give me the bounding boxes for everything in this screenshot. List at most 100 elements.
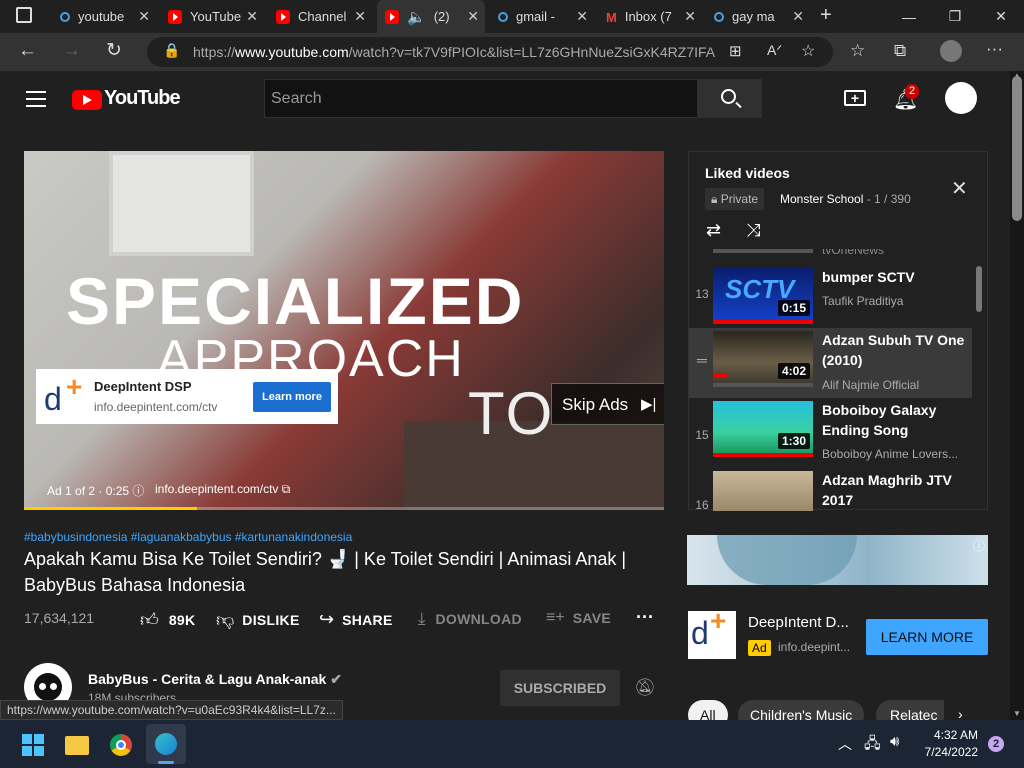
- close-window-icon[interactable]: ✕: [978, 0, 1024, 33]
- like-button[interactable]: 👍︎ 89K: [140, 609, 195, 631]
- add-favorite-icon[interactable]: ☆: [801, 41, 815, 61]
- playlist-scrollbar[interactable]: [976, 266, 982, 312]
- subscribed-button[interactable]: SUBSCRIBED: [500, 670, 620, 706]
- notification-center-badge[interactable]: 2: [988, 736, 1004, 752]
- tab-label: youtube: [78, 9, 125, 24]
- tab-close-icon[interactable]: ✕: [246, 8, 258, 25]
- restore-icon[interactable]: ❐: [932, 0, 978, 33]
- refresh-icon[interactable]: ↻: [106, 39, 122, 62]
- close-playlist-icon[interactable]: ✕: [951, 176, 968, 201]
- download-button[interactable]: ⤓ DOWNLOAD: [418, 609, 522, 629]
- playlist-item[interactable]: ═ 4:02 Adzan Subuh TV One (2010) Alif Na…: [689, 328, 972, 398]
- playlist-title[interactable]: Liked videos: [705, 165, 790, 181]
- tab-close-icon[interactable]: ✕: [684, 8, 696, 25]
- tab-channel[interactable]: Channel ✕: [268, 0, 372, 33]
- hamburger-menu-icon[interactable]: [26, 91, 46, 107]
- favorites-icon[interactable]: ☆: [850, 41, 865, 61]
- ad-counter: Ad 1 of 2 · 0:25 ⓘ: [47, 484, 145, 498]
- create-video-icon[interactable]: +: [844, 90, 866, 106]
- volume-icon[interactable]: 🔊︎: [890, 733, 899, 750]
- side-ad-logo-icon[interactable]: d +: [688, 605, 736, 659]
- tab-close-icon[interactable]: ✕: [576, 8, 588, 25]
- video-hashtags[interactable]: #babybusindonesia #laguanakbabybus #kart…: [24, 530, 352, 544]
- tab-gmail-search[interactable]: gmail - ✕: [490, 0, 594, 33]
- playlist-item-index: 13: [695, 287, 709, 301]
- like-count: 89K: [168, 612, 196, 628]
- file-explorer-icon[interactable]: [65, 736, 89, 755]
- ad-info-icon: ⓘ: [972, 539, 985, 553]
- search-button[interactable]: [698, 79, 762, 118]
- learn-more-button[interactable]: Learn more: [253, 382, 331, 412]
- page-scrollbar-thumb[interactable]: [1012, 76, 1022, 221]
- shuffle-icon[interactable]: ⤨: [746, 220, 760, 241]
- profile-avatar[interactable]: [940, 40, 962, 62]
- youtube-logo-text[interactable]: YouTube: [104, 87, 181, 110]
- ad-link[interactable]: info.deepintent.com/ctv ⧉: [155, 482, 290, 497]
- network-icon[interactable]: 🖧︎: [864, 733, 881, 758]
- ad-progress-track[interactable]: [24, 507, 664, 510]
- lock-icon[interactable]: 🔒: [163, 42, 180, 59]
- more-actions-icon[interactable]: ···: [636, 607, 654, 628]
- loop-icon[interactable]: ⇄: [706, 220, 721, 241]
- ad-info-card[interactable]: d + DeepIntent DSP info.deepintent.com/c…: [36, 369, 338, 424]
- tab-inbox[interactable]: M Inbox (7 ✕: [598, 0, 702, 33]
- windows-taskbar: ︿ 🖧︎ 🔊︎ 4:32 AM 7/24/2022 2: [0, 720, 1024, 768]
- skip-ads-label: Skip Ads: [562, 395, 629, 414]
- drag-handle-icon[interactable]: ═: [693, 352, 711, 368]
- tab-actions-icon[interactable]: [16, 7, 32, 23]
- download-icon: ⤓: [418, 609, 426, 628]
- tab-active-video[interactable]: 🔈 (2) ✕: [377, 0, 485, 33]
- playlist-item[interactable]: 16 Adzan Maghrib JTV 2017: [689, 468, 975, 511]
- page-scrollbar[interactable]: ▲ ▼: [1010, 71, 1024, 720]
- browser-tab-bar: youtube ✕ YouTube ✕ Channel ✕ 🔈 (2) ✕ gm…: [0, 0, 1024, 33]
- tab-close-icon[interactable]: ✕: [467, 8, 479, 25]
- minimize-icon[interactable]: —: [886, 0, 932, 33]
- speaker-icon[interactable]: 🔈: [407, 8, 426, 26]
- forward-icon[interactable]: →: [62, 40, 81, 62]
- ad-badge: Ad: [748, 640, 771, 656]
- info-icon: ⓘ: [132, 484, 145, 498]
- youtube-logo-icon[interactable]: [72, 90, 102, 110]
- read-aloud-icon[interactable]: Aᐟ: [767, 42, 782, 59]
- more-menu-icon[interactable]: ···: [986, 39, 1003, 59]
- url-field[interactable]: 🔒 https://www.youtube.com/watch?v=tk7V9f…: [147, 37, 833, 67]
- video-title: Apakah Kamu Bisa Ke Toilet Sendiri? 🚽 | …: [24, 549, 627, 595]
- side-ad-title[interactable]: DeepIntent D...: [748, 614, 849, 631]
- deepintent-logo-icon: d +: [44, 371, 83, 417]
- notification-off-icon[interactable]: 🔕︎: [634, 678, 656, 698]
- tab-close-icon[interactable]: ✕: [138, 8, 150, 25]
- search-input[interactable]: Search: [264, 79, 698, 118]
- account-avatar[interactable]: [945, 82, 977, 114]
- tab-youtube-search[interactable]: youtube ✕: [52, 0, 156, 33]
- dislike-button[interactable]: 👎︎ DISLIKE: [216, 609, 300, 631]
- save-button[interactable]: ≡+ SAVE: [546, 609, 611, 627]
- skip-ads-button[interactable]: Skip Ads ▶|: [551, 383, 664, 425]
- clock-time[interactable]: 4:32 AM: [924, 728, 978, 742]
- external-link-icon: ⧉: [281, 482, 291, 496]
- edge-taskbar-button[interactable]: [146, 724, 186, 764]
- share-button[interactable]: ↪ SHARE: [319, 609, 393, 630]
- chrome-icon[interactable]: [110, 734, 132, 756]
- share-label: SHARE: [342, 611, 393, 628]
- gmail-icon: M: [606, 9, 617, 25]
- tab-search[interactable]: gay ma ✕: [706, 0, 810, 33]
- duration-badge: 0:15: [777, 300, 810, 316]
- tab-youtube[interactable]: YouTube ✕: [160, 0, 264, 33]
- side-ad-learn-more-button[interactable]: LEARN MORE: [866, 619, 988, 655]
- collections-icon[interactable]: ⧉: [894, 41, 906, 61]
- back-icon[interactable]: ←: [18, 40, 37, 62]
- new-tab-icon[interactable]: +: [820, 4, 832, 27]
- playlist-item[interactable]: 15 1:30 Boboiboy Galaxy Ending Song Bobo…: [689, 398, 975, 468]
- side-ad-banner[interactable]: ⓘ: [687, 535, 988, 585]
- windows-start-icon[interactable]: [22, 734, 44, 756]
- playlist-item[interactable]: 13 SCTV 0:15 bumper SCTV Taufik Praditiy…: [689, 265, 975, 335]
- playlist-thumbnail: [713, 471, 813, 511]
- app-available-icon[interactable]: ⊞: [729, 42, 742, 60]
- video-player[interactable]: SPECIALIZED APPROACH TO d + DeepIntent D…: [24, 151, 664, 510]
- tab-close-icon[interactable]: ✕: [792, 8, 804, 25]
- clock-date[interactable]: 7/24/2022: [916, 745, 978, 759]
- tab-close-icon[interactable]: ✕: [354, 8, 366, 25]
- save-playlist-icon: ≡+: [546, 609, 565, 626]
- show-hidden-icons-chevron[interactable]: ︿: [838, 734, 852, 754]
- channel-name[interactable]: BabyBus - Cerita & Lagu Anak-anak ✔: [88, 671, 342, 688]
